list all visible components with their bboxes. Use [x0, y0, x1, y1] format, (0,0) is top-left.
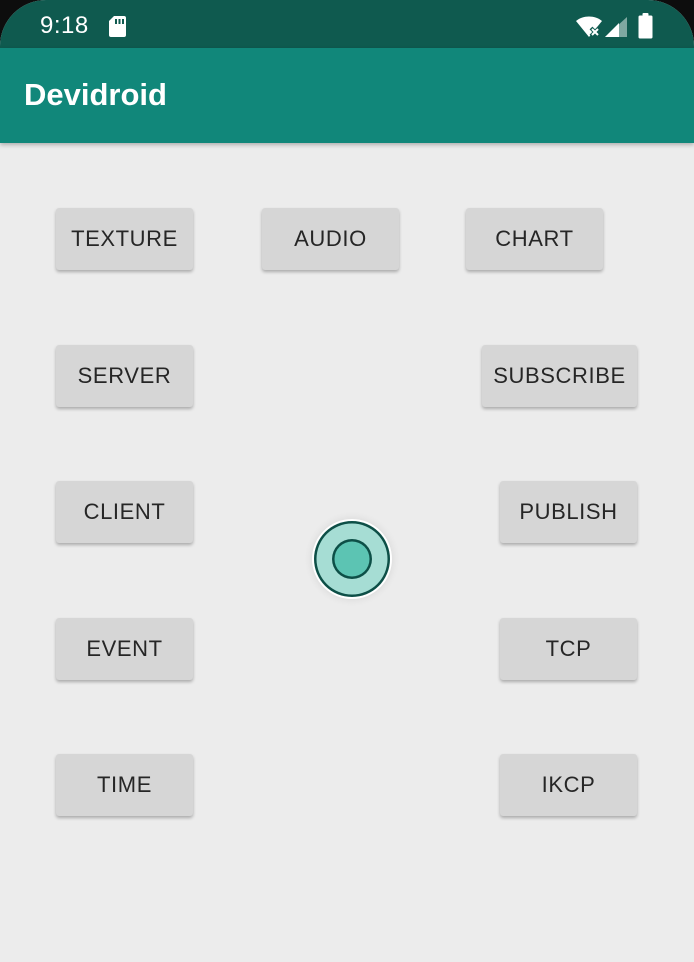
- sd-card-icon: [109, 16, 126, 37]
- status-time: 9:18: [40, 12, 89, 39]
- ikcp-button[interactable]: IKCP: [500, 754, 637, 816]
- event-button[interactable]: EVENT: [56, 618, 193, 680]
- signal-icon: [605, 17, 627, 37]
- wifi-off-icon: [576, 16, 602, 38]
- app-bar: Devidroid: [0, 48, 694, 143]
- time-button[interactable]: TIME: [56, 754, 193, 816]
- floating-ball-button[interactable]: [303, 510, 401, 608]
- publish-button[interactable]: PUBLISH: [500, 481, 637, 543]
- server-button[interactable]: SERVER: [56, 345, 193, 407]
- battery-icon: [638, 13, 653, 39]
- chart-button[interactable]: CHART: [466, 208, 603, 270]
- status-bar: 9:18: [0, 0, 694, 48]
- audio-button[interactable]: AUDIO: [262, 208, 399, 270]
- app-screen: 9:18 Devidroid TEXTURE AUDIO CHART SERVE…: [0, 0, 694, 962]
- subscribe-button[interactable]: SUBSCRIBE: [482, 345, 637, 407]
- app-title: Devidroid: [24, 77, 167, 112]
- client-button[interactable]: CLIENT: [56, 481, 193, 543]
- texture-button[interactable]: TEXTURE: [56, 208, 193, 270]
- tcp-button[interactable]: TCP: [500, 618, 637, 680]
